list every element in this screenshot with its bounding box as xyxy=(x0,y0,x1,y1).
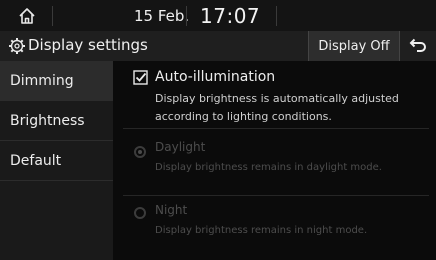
sidebar-item-brightness[interactable]: Brightness xyxy=(0,101,113,141)
back-arrow-icon xyxy=(409,38,426,52)
radio-unselected-icon xyxy=(134,207,146,219)
daylight-option[interactable]: Daylight Display brightness remains in d… xyxy=(113,129,436,193)
auto-illumination-description: according to lighting conditions. xyxy=(155,110,332,123)
sidebar-item-default[interactable]: Default xyxy=(0,141,113,181)
night-label: Night xyxy=(155,203,188,217)
status-date: 15 Feb. xyxy=(134,7,190,25)
page-title: Display settings xyxy=(28,36,148,54)
auto-illumination-description: Display brightness is automatically adju… xyxy=(155,92,399,105)
display-off-label: Display Off xyxy=(318,38,390,54)
back-button[interactable] xyxy=(400,31,436,61)
daylight-label: Daylight xyxy=(155,140,206,154)
auto-illumination-label: Auto-illumination xyxy=(155,69,276,85)
daylight-description: Display brightness remains in daylight m… xyxy=(155,162,382,173)
display-off-button[interactable]: Display Off xyxy=(308,31,400,61)
home-icon[interactable] xyxy=(16,5,38,27)
auto-illumination-option[interactable]: Auto-illumination Display brightness is … xyxy=(113,61,436,126)
status-time: 17:07 xyxy=(200,4,261,28)
sidebar: Dimming Brightness Default xyxy=(0,61,113,260)
status-divider xyxy=(276,6,277,26)
sidebar-item-label: Default xyxy=(10,152,62,169)
night-option[interactable]: Night Display brightness remains in nigh… xyxy=(113,196,436,260)
radio-selected-icon xyxy=(134,146,146,158)
content-panel: Auto-illumination Display brightness is … xyxy=(113,61,436,260)
night-description: Display brightness remains in night mode… xyxy=(155,225,368,236)
sidebar-item-dimming[interactable]: Dimming xyxy=(0,61,113,101)
gear-icon xyxy=(9,38,25,54)
sidebar-item-label: Brightness xyxy=(10,112,85,129)
sidebar-item-label: Dimming xyxy=(10,72,74,89)
status-bar: 15 Feb. 17:07 xyxy=(0,0,436,31)
status-divider xyxy=(52,6,53,26)
status-divider xyxy=(186,6,187,26)
checkbox-checked-icon[interactable] xyxy=(133,70,148,85)
